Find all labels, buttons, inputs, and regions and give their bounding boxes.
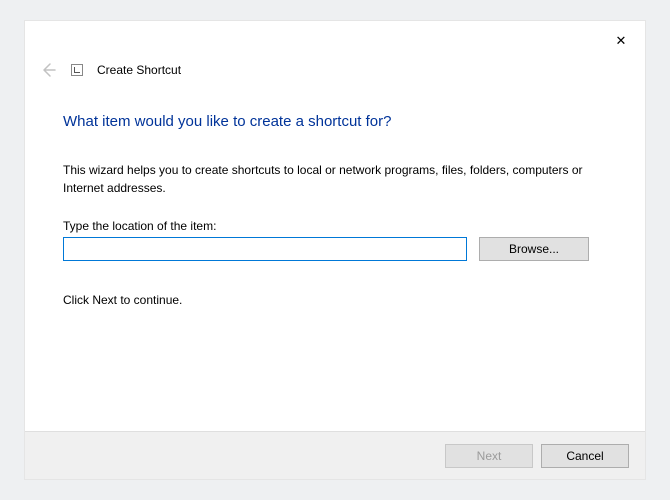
browse-button[interactable]: Browse... xyxy=(479,237,589,261)
window-title: Create Shortcut xyxy=(97,63,181,77)
close-button[interactable]: ✕ xyxy=(611,31,631,51)
next-button[interactable]: Next xyxy=(445,444,533,468)
continue-hint: Click Next to continue. xyxy=(63,293,182,307)
wizard-header: Create Shortcut xyxy=(39,61,181,79)
wizard-heading: What item would you like to create a sho… xyxy=(63,113,391,130)
back-arrow-icon xyxy=(39,61,57,79)
close-icon: ✕ xyxy=(616,33,627,48)
create-shortcut-wizard: ✕ Create Shortcut What item would you li… xyxy=(24,20,646,480)
wizard-description: This wizard helps you to create shortcut… xyxy=(63,161,603,197)
input-row: Browse... xyxy=(63,237,589,261)
cancel-button[interactable]: Cancel xyxy=(541,444,629,468)
location-input[interactable] xyxy=(63,237,467,261)
shortcut-icon xyxy=(71,64,83,76)
location-label: Type the location of the item: xyxy=(63,219,216,233)
wizard-footer: Next Cancel xyxy=(25,431,645,479)
